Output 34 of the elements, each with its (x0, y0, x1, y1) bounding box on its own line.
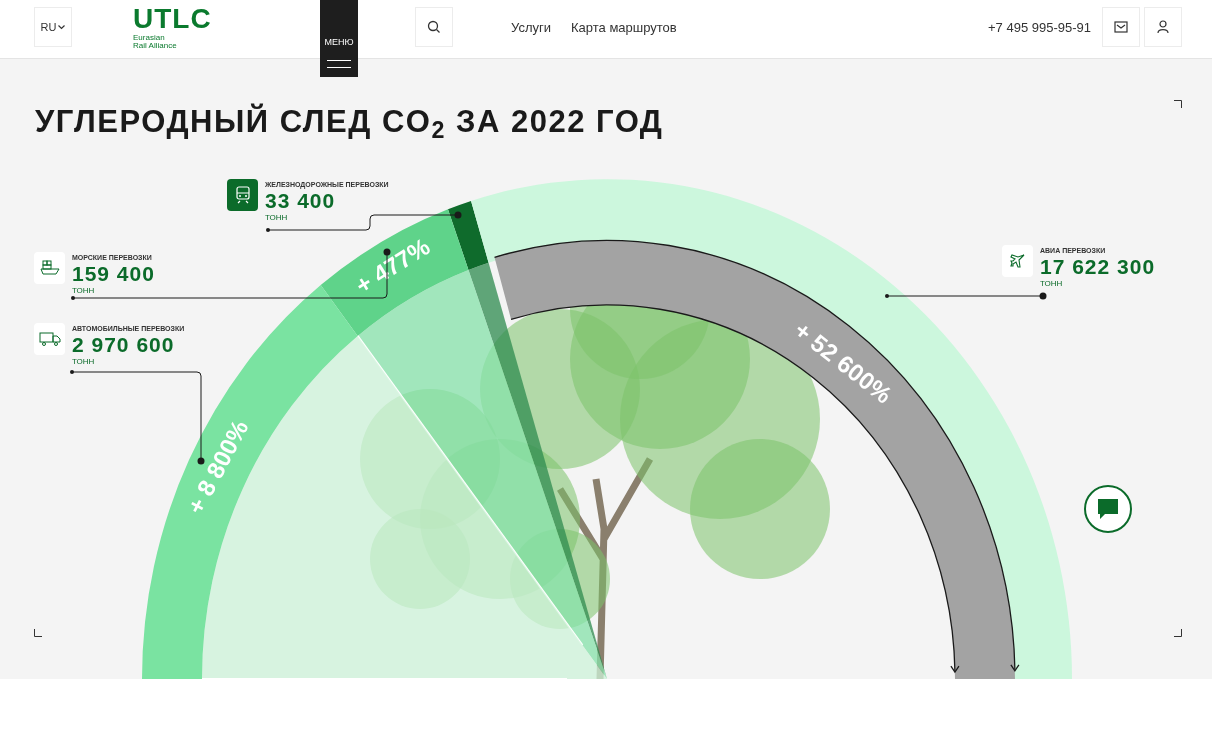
emission-value: 159 400 (72, 262, 155, 286)
page-title: УГЛЕРОДНЫЙ СЛЕД CO$_{2}$ ЗА 2022 ГОД (35, 102, 664, 145)
mail-button[interactable] (1102, 7, 1140, 47)
corner-mark (1174, 100, 1182, 108)
unit-label: ТОНН (265, 213, 289, 222)
emission-value: 17 622 300 (1040, 255, 1156, 279)
chat-icon (1096, 497, 1120, 521)
logo-text[interactable]: UTLC (133, 6, 212, 32)
unit-label: ТОНН (72, 286, 96, 295)
unit-label: ТОНН (72, 357, 96, 366)
logo-subtitle: Eurasian (133, 34, 166, 42)
search-icon (427, 20, 441, 34)
user-icon (1157, 20, 1169, 34)
menu-button[interactable]: МЕНЮ (320, 0, 358, 77)
ship-icon (39, 260, 60, 276)
corner-mark (34, 629, 42, 637)
account-button[interactable] (1144, 7, 1182, 47)
phone-link[interactable]: +7 495 995-95-91 (988, 18, 1091, 38)
emission-value: 2 970 600 (72, 333, 176, 357)
chevron-down-icon (58, 24, 66, 30)
unit-label: ТОНН (1040, 279, 1064, 288)
nav-link[interactable]: Услуги (511, 18, 551, 38)
nav-link[interactable]: Карта маршрутов (571, 18, 677, 38)
emission-value: 33 400 (265, 189, 337, 213)
train-icon (234, 186, 251, 204)
truck-icon (38, 332, 61, 346)
airplane-icon (1009, 253, 1026, 269)
language-dropdown[interactable]: RU (34, 7, 72, 47)
hamburger-icon (327, 59, 351, 68)
chat-button[interactable] (1084, 485, 1132, 533)
logo-subtitle: Rail Alliance (133, 42, 178, 50)
envelope-icon (1114, 21, 1128, 33)
search-button[interactable] (415, 7, 453, 47)
corner-mark (1174, 629, 1182, 637)
